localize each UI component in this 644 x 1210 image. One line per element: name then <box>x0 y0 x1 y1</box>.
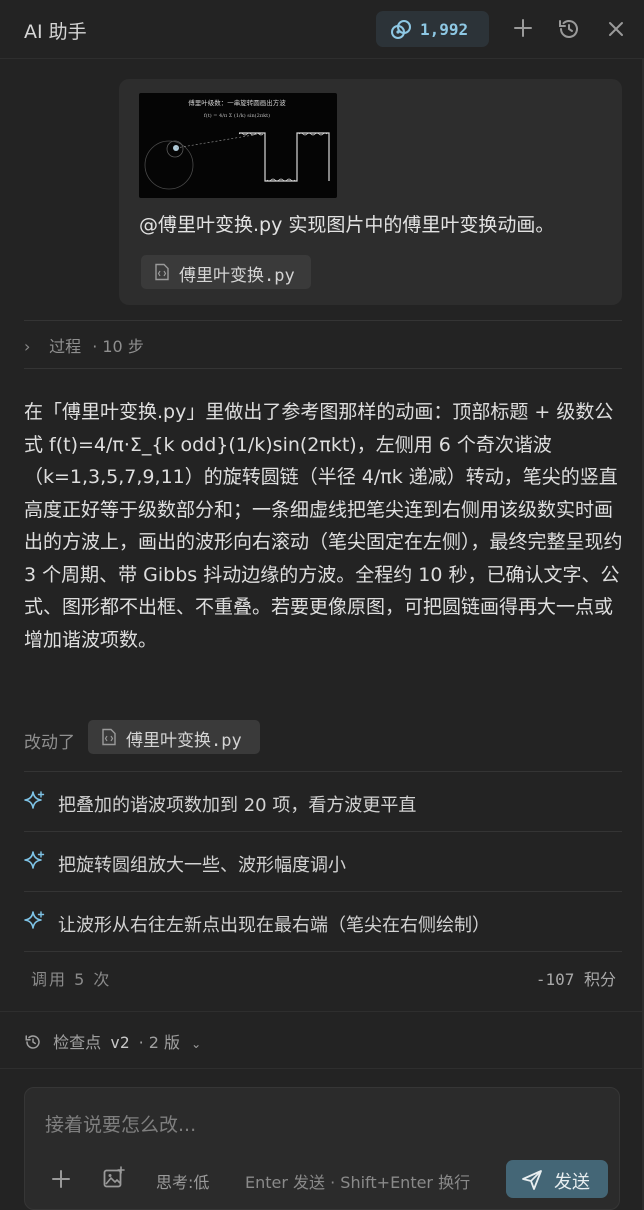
checkpoint-version: v2 <box>110 1033 130 1052</box>
attached-file-chip[interactable]: 傅里叶变换.py <box>141 255 311 289</box>
chevron-down-icon: ⌄ <box>191 1037 202 1051</box>
call-count: 调用 5 次 <box>31 970 112 989</box>
suggestion-label: 把叠加的谐波项数加到 20 项，看方波更平直 <box>58 795 417 816</box>
sparkle-icon <box>24 911 45 929</box>
sparkle-icon <box>24 791 45 809</box>
add-attachment-icon[interactable] <box>51 1169 71 1189</box>
changed-file-name: 傅里叶变换.py <box>126 731 242 751</box>
send-label: 发送 <box>554 1172 590 1193</box>
checkpoint-label: 检查点 <box>53 1033 102 1052</box>
points-used: -107 积分 <box>535 970 616 989</box>
send-button[interactable]: 发送 <box>506 1160 608 1198</box>
divider <box>24 891 622 892</box>
checkpoint-count: · 2 版 <box>138 1033 181 1052</box>
close-icon[interactable] <box>606 19 626 39</box>
add-image-icon[interactable] <box>102 1166 126 1190</box>
changed-file-chip[interactable]: 傅里叶变换.py <box>88 720 260 754</box>
divider <box>24 771 622 772</box>
divider <box>24 368 622 369</box>
history-icon <box>25 1035 40 1049</box>
checkpoint-selector[interactable]: 检查点 v2 · 2 版 ⌄ <box>24 1029 201 1053</box>
thinking-level-selector[interactable]: 思考:低 <box>156 1169 209 1193</box>
panel-title: AI 助手 <box>24 21 87 43</box>
suggestion-label: 把旋转圆组放大一些、波形幅度调小 <box>58 855 346 876</box>
credits-icon <box>391 20 411 39</box>
sparkle-icon <box>24 851 45 869</box>
chevron-right-icon: › <box>24 337 31 356</box>
python-file-icon <box>155 263 169 281</box>
process-label: 过程 <box>49 337 82 356</box>
credits-badge[interactable]: 1,992 <box>376 11 489 47</box>
thumbnail-title: 傅里叶级数：一串旋转圆画出方波 <box>188 98 286 107</box>
panel-header: AI 助手 1,992 <box>0 0 644 59</box>
user-message-text: @傅里叶变换.py 实现图片中的傅里叶变换动画。 <box>139 214 555 236</box>
user-message: 傅里叶级数：一串旋转圆画出方波 f(t) = 4/π Σ (1/k) sin(2… <box>119 79 622 305</box>
suggestion-label: 让波形从右往左新点出现在最右端（笔尖在右侧绘制） <box>58 915 490 936</box>
process-toggle[interactable]: › 过程 · 10 步 <box>24 333 144 357</box>
composer[interactable]: 接着说要怎么改... 思考:低 Enter 发送 · Shift+Enter 换… <box>24 1087 620 1210</box>
fourier-animation-preview: 傅里叶级数：一串旋转圆画出方波 f(t) = 4/π Σ (1/k) sin(2… <box>144 98 330 190</box>
divider <box>24 831 622 832</box>
process-steps: · 10 步 <box>92 337 144 356</box>
suggestion-item[interactable]: 让波形从右往左新点出现在最右端（笔尖在右侧绘制） <box>24 910 620 950</box>
checkpoint-bar: 检查点 v2 · 2 版 ⌄ <box>0 1011 644 1069</box>
suggestion-item[interactable]: 把旋转圆组放大一些、波形幅度调小 <box>24 850 620 890</box>
history-icon[interactable] <box>557 17 581 41</box>
assistant-answer: 在「傅里叶变换.py」里做出了参考图那样的动画：顶部标题 + 级数公式 f(t)… <box>24 401 623 651</box>
thumbnail-formula: f(t) = 4/π Σ (1/k) sin(2πkt) <box>204 112 270 119</box>
reference-image-thumbnail[interactable]: 傅里叶级数：一串旋转圆画出方波 f(t) = 4/π Σ (1/k) sin(2… <box>139 93 337 198</box>
divider <box>24 320 622 321</box>
credits-count: 1,992 <box>420 20 469 39</box>
python-file-icon <box>102 728 116 746</box>
composer-input[interactable]: 接着说要怎么改... <box>45 1110 196 1137</box>
keyboard-hint: Enter 发送 · Shift+Enter 换行 <box>245 1173 471 1192</box>
send-icon <box>522 1170 542 1190</box>
plus-icon[interactable] <box>512 17 534 39</box>
attached-file-name: 傅里叶变换.py <box>179 266 295 286</box>
divider <box>24 951 622 952</box>
suggestion-item[interactable]: 把叠加的谐波项数加到 20 项，看方波更平直 <box>24 790 620 830</box>
changed-label: 改动了 <box>24 733 75 753</box>
